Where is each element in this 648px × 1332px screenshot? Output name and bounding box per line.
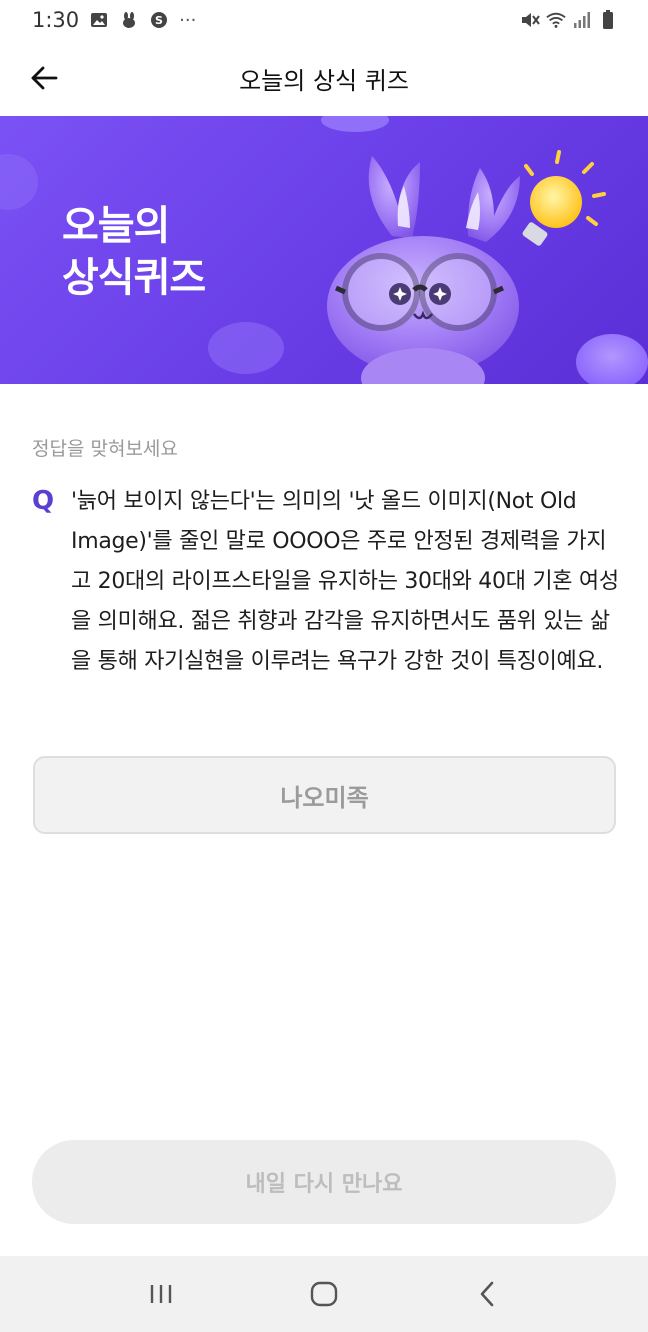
rabbit-icon xyxy=(119,10,139,30)
banner-title: 오늘의 상식퀴즈 xyxy=(62,200,206,304)
question-marker: Q xyxy=(32,486,55,516)
status-left: 1:30 S ··· xyxy=(32,8,196,32)
back-button[interactable] xyxy=(22,56,66,100)
banner-title-line2: 상식퀴즈 xyxy=(62,255,206,301)
coin-decoration xyxy=(208,322,284,374)
battery-icon xyxy=(598,10,618,30)
status-bar: 1:30 S ··· xyxy=(0,0,648,40)
character-ear xyxy=(368,156,420,238)
recent-apps-button[interactable] xyxy=(131,1264,191,1324)
home-button[interactable] xyxy=(294,1264,354,1324)
recent-apps-icon xyxy=(151,1285,172,1303)
coin-decoration xyxy=(0,154,38,210)
more-notifications: ··· xyxy=(179,9,197,31)
signal-icon xyxy=(572,10,592,30)
gallery-icon xyxy=(89,10,109,30)
quiz-banner: 오늘의 상식퀴즈 xyxy=(0,116,648,384)
see-you-tomorrow-label: 내일 다시 만나요 xyxy=(245,1172,403,1197)
answer-box: 나오미족 xyxy=(33,756,616,834)
chevron-left-icon xyxy=(480,1281,493,1307)
wifi-icon xyxy=(546,10,566,30)
status-time: 1:30 xyxy=(32,8,80,32)
arrow-left-icon xyxy=(31,66,58,90)
app-header: 오늘의 상식 퀴즈 xyxy=(0,40,648,116)
mute-icon xyxy=(520,10,540,30)
s-coin-icon: S xyxy=(149,10,169,30)
home-icon xyxy=(310,1281,338,1307)
status-right xyxy=(520,10,618,30)
svg-text:S: S xyxy=(155,14,163,27)
question-text: '늙어 보이지 않는다'는 의미의 '낫 올드 이미지(Not Old Imag… xyxy=(71,489,619,674)
coin-decoration xyxy=(321,116,389,132)
banner-title-line1: 오늘의 xyxy=(62,203,170,249)
system-nav-bar xyxy=(0,1256,648,1332)
quiz-hint: 정답을 맞혀보세요 xyxy=(32,438,178,460)
page-title: 오늘의 상식 퀴즈 xyxy=(239,66,409,95)
system-back-button[interactable] xyxy=(457,1264,517,1324)
lightbulb-icon xyxy=(522,150,606,246)
coin-decoration xyxy=(576,334,648,384)
see-you-tomorrow-button[interactable]: 내일 다시 만나요 xyxy=(32,1140,616,1224)
answer-text: 나오미족 xyxy=(280,783,369,812)
